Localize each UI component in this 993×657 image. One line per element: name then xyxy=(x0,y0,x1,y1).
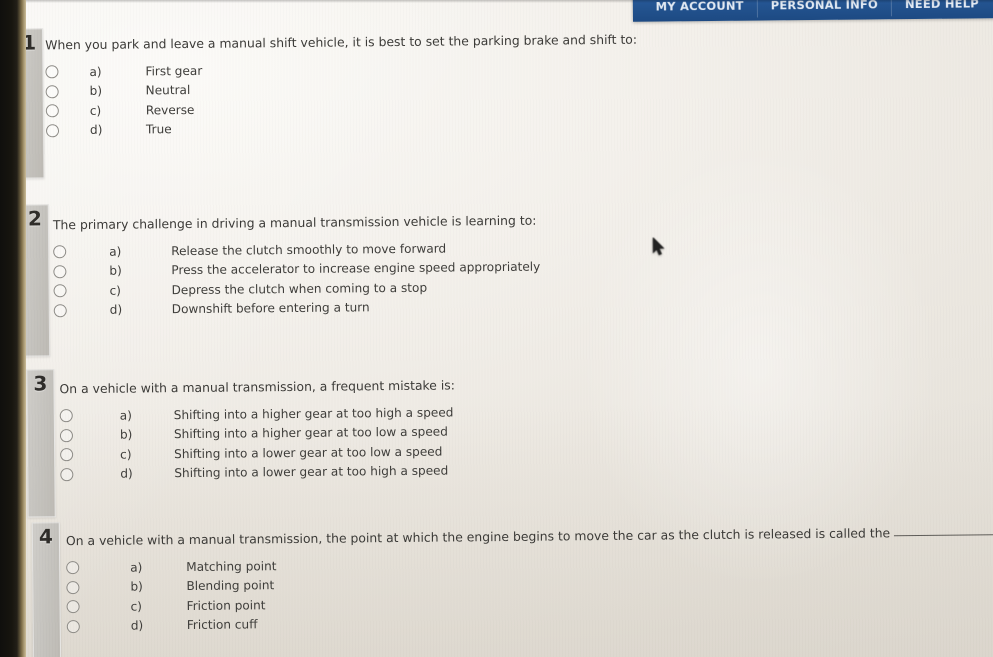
choice-label-4d: Friction cuff xyxy=(186,617,258,633)
choice-key-3b: b) xyxy=(119,427,133,442)
question-number-1: 1 xyxy=(22,30,37,55)
nav-item-need-help[interactable]: NEED HELP xyxy=(892,0,992,16)
top-navigation-bar: MY ACCOUNT PERSONAL INFO NEED HELP xyxy=(632,0,993,22)
choice-label-3a: Shifting into a higher gear at too high … xyxy=(173,405,454,422)
question-block-4: 4 On a vehicle with a manual transmissio… xyxy=(31,513,993,657)
photo-of-screen: MY ACCOUNT PERSONAL INFO NEED HELP 1 Whe… xyxy=(0,0,993,657)
question-number-strip-4: 4 xyxy=(31,522,62,657)
radio-icon-1b[interactable] xyxy=(45,84,59,98)
question-number-strip-1: 1 xyxy=(15,28,45,179)
question-number-strip-2: 2 xyxy=(20,204,51,357)
radio-icon-1d[interactable] xyxy=(45,123,60,137)
choice-label-2a: Release the clutch smoothly to move forw… xyxy=(171,241,447,258)
question-number-4: 4 xyxy=(38,524,53,549)
choice-key-4c: c) xyxy=(130,599,143,614)
choice-list-2: a) Release the clutch smoothly to move f… xyxy=(53,237,541,320)
question-block-1: 1 When you park and leave a manual shift… xyxy=(15,19,976,179)
choice-key-4b: b) xyxy=(130,579,143,594)
choice-option-3d[interactable]: d) Shifting into a lower gear at too hig… xyxy=(60,461,456,484)
choice-label-1b: Neutral xyxy=(145,83,191,98)
choice-label-4b: Blending point xyxy=(186,578,275,594)
choice-label-3c: Shifting into a lower gear at too low a … xyxy=(174,444,443,461)
choice-key-2d: d) xyxy=(109,302,123,317)
question-text-1: When you park and leave a manual shift v… xyxy=(45,31,638,53)
choice-key-1d: d) xyxy=(89,122,103,138)
choice-label-2b: Press the accelerator to increase engine… xyxy=(171,259,541,278)
radio-icon-3c[interactable] xyxy=(60,448,74,462)
nav-item-personal-info[interactable]: PERSONAL INFO xyxy=(757,0,893,18)
choice-list-1: a) First gear b) Neutral c) Reverse d) T… xyxy=(45,57,638,141)
radio-icon-3d[interactable] xyxy=(60,467,74,481)
question-text-4-label: On a vehicle with a manual transmission,… xyxy=(65,525,891,549)
radio-icon-4c[interactable] xyxy=(66,600,80,614)
radio-icon-2d[interactable] xyxy=(53,303,67,317)
choice-label-4a: Matching point xyxy=(186,558,277,574)
radio-icon-1c[interactable] xyxy=(45,104,59,118)
radio-icon-3a[interactable] xyxy=(59,409,73,423)
choice-list-3: a) Shifting into a higher gear at too hi… xyxy=(59,402,456,484)
choice-option-2d[interactable]: d) Downshift before entering a turn xyxy=(53,296,541,320)
choice-label-2d: Downshift before entering a turn xyxy=(171,300,370,317)
question-number-2: 2 xyxy=(27,206,42,231)
choice-label-3d: Shifting into a lower gear at too high a… xyxy=(174,463,449,481)
question-text-2: The primary challenge in driving a manua… xyxy=(52,212,537,233)
question-text-4: On a vehicle with a manual transmission,… xyxy=(66,525,993,549)
fill-in-blank-line-4[interactable] xyxy=(894,533,993,537)
choice-label-1a: First gear xyxy=(145,63,203,79)
choice-key-2b: b) xyxy=(109,263,122,278)
choice-label-2c: Depress the clutch when coming to a stop xyxy=(171,280,428,297)
radio-icon-4d[interactable] xyxy=(66,619,80,633)
choice-key-1a: a) xyxy=(89,64,102,79)
choice-label-4c: Friction point xyxy=(186,597,266,613)
question-block-3: 3 On a vehicle with a manual transmissio… xyxy=(26,360,987,518)
choice-key-1c: c) xyxy=(89,103,102,118)
choice-key-4a: a) xyxy=(130,560,143,575)
choice-list-4: a) Matching point b) Blending point c) F… xyxy=(66,549,993,636)
quiz-page: MY ACCOUNT PERSONAL INFO NEED HELP 1 Whe… xyxy=(0,0,993,657)
question-number-strip-3: 3 xyxy=(26,369,56,518)
nav-item-my-account[interactable]: MY ACCOUNT xyxy=(642,0,758,19)
choice-key-4d: d) xyxy=(130,618,144,633)
choice-key-2c: c) xyxy=(109,283,122,298)
question-block-2: 2 The primary challenge in driving a man… xyxy=(20,195,982,357)
radio-icon-2a[interactable] xyxy=(53,245,67,259)
radio-icon-3b[interactable] xyxy=(59,428,74,442)
choice-key-3a: a) xyxy=(119,408,132,423)
monitor-screen: MY ACCOUNT PERSONAL INFO NEED HELP 1 Whe… xyxy=(0,0,993,657)
radio-icon-2b[interactable] xyxy=(53,264,67,278)
question-text-3: On a vehicle with a manual transmission,… xyxy=(59,377,455,397)
question-number-3: 3 xyxy=(33,371,48,396)
choice-label-1d: True xyxy=(145,122,172,137)
choice-key-3c: c) xyxy=(120,447,132,462)
radio-icon-4a[interactable] xyxy=(66,561,80,575)
choice-key-1b: b) xyxy=(89,83,103,99)
choice-label-1c: Reverse xyxy=(145,102,195,118)
choice-key-3d: d) xyxy=(120,466,133,481)
radio-icon-4b[interactable] xyxy=(66,580,80,594)
radio-icon-1a[interactable] xyxy=(45,65,59,79)
radio-icon-2c[interactable] xyxy=(53,284,67,298)
choice-label-3b: Shifting into a higher gear at too low a… xyxy=(173,424,448,442)
choice-key-2a: a) xyxy=(109,244,122,259)
